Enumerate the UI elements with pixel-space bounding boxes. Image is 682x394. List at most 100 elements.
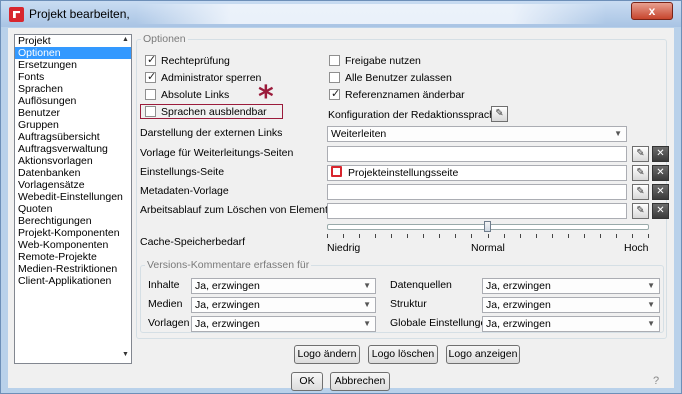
checkbox-box[interactable]: [145, 89, 156, 100]
konfiguration-edit-button[interactable]: ✎: [491, 106, 508, 122]
close-button[interactable]: x: [631, 2, 673, 20]
arbeitsablauf-clear-button[interactable]: ✕: [652, 203, 669, 219]
abbrechen-button[interactable]: Abbrechen: [330, 372, 390, 391]
window-title: Projekt bearbeiten,: [29, 7, 130, 21]
slider-tick: [504, 234, 505, 238]
scroll-up-arrow-icon[interactable]: ▲: [121, 36, 130, 46]
select-value: Ja, erzwingen: [195, 318, 260, 330]
sidebar-item[interactable]: Webedit-Einstellungen: [15, 191, 131, 203]
darstellung-select[interactable]: Weiterleiten ▼: [327, 126, 627, 142]
checkbox-box[interactable]: [145, 53, 156, 66]
checkbox-absolute-links[interactable]: Absolute Links: [145, 89, 229, 101]
title-bar: Projekt bearbeiten, x: [1, 1, 681, 27]
slider-tick: [520, 234, 521, 238]
close-icon: ✕: [656, 148, 665, 159]
dropdown-arrow-icon: ▼: [363, 281, 371, 290]
sidebar-item[interactable]: Optionen: [15, 47, 131, 59]
logo-anzeigen-button[interactable]: Logo anzeigen: [446, 345, 520, 364]
metadaten-edit-button[interactable]: ✎: [632, 184, 649, 200]
sidebar-item[interactable]: Datenbanken: [15, 167, 131, 179]
versions-datenquellen-select[interactable]: Ja, erzwingen ▼: [482, 278, 660, 294]
sidebar-item[interactable]: Fonts: [15, 71, 131, 83]
vorlage-weiterleitung-label: Vorlage für Weiterleitungs-Seiten: [140, 147, 294, 159]
arbeitsablauf-field[interactable]: [327, 203, 627, 219]
logo-loeschen-button[interactable]: Logo löschen: [368, 345, 438, 364]
slider-tick: [423, 234, 424, 238]
logo-aendern-button[interactable]: Logo ändern: [294, 345, 360, 364]
sidebar-item[interactable]: Web-Komponenten: [15, 239, 131, 251]
checkbox-box[interactable]: [329, 55, 340, 66]
metadaten-clear-button[interactable]: ✕: [652, 184, 669, 200]
metadaten-vorlage-field[interactable]: [327, 184, 627, 200]
checkbox-sprachen-ausblendbar[interactable]: Sprachen ausblendbar: [145, 106, 267, 118]
einstellungs-seite-label: Einstellungs-Seite: [140, 166, 225, 178]
vorlage-weiterleitung-field[interactable]: [327, 146, 627, 162]
sidebar-item[interactable]: Projekt: [15, 35, 131, 47]
checkbox-box[interactable]: [145, 70, 156, 83]
select-value: Ja, erzwingen: [486, 299, 551, 311]
checkbox-box[interactable]: [145, 106, 156, 117]
sidebar-item[interactable]: Quoten: [15, 203, 131, 215]
cache-high-label: Hoch: [624, 242, 649, 254]
dropdown-arrow-icon: ▼: [647, 300, 655, 309]
sidebar-item[interactable]: Benutzer: [15, 107, 131, 119]
slider-tick: [471, 234, 472, 238]
sidebar-list[interactable]: Projekt Optionen Ersetzungen Fonts Sprachen A…: [14, 34, 132, 364]
checkbox-label: Freigabe nutzen: [345, 55, 421, 67]
help-icon[interactable]: ?: [653, 375, 659, 387]
slider-tick: [616, 234, 617, 238]
sidebar-item[interactable]: Gruppen: [15, 119, 131, 131]
checkbox-box[interactable]: [329, 87, 340, 100]
versions-medien-select[interactable]: Ja, erzwingen ▼: [191, 297, 376, 313]
slider-tick: [375, 234, 376, 238]
scroll-down-arrow-icon[interactable]: ▼: [121, 351, 130, 361]
title-bar-blurred-area: [136, 4, 606, 24]
vorlage-edit-button[interactable]: ✎: [632, 146, 649, 162]
sidebar-item[interactable]: Medien-Restriktionen: [15, 263, 131, 275]
cache-mid-label: Normal: [471, 242, 505, 254]
sidebar-item[interactable]: Client-Applikationen: [15, 275, 131, 287]
versions-inhalte-select[interactable]: Ja, erzwingen ▼: [191, 278, 376, 294]
sidebar-item[interactable]: Projekt-Komponenten: [15, 227, 131, 239]
sidebar-item[interactable]: Berechtigungen: [15, 215, 131, 227]
checkbox-alle-benutzer-zulassen[interactable]: Alle Benutzer zulassen: [329, 72, 452, 84]
einstellungs-clear-button[interactable]: ✕: [652, 165, 669, 181]
versions-struktur-select[interactable]: Ja, erzwingen ▼: [482, 297, 660, 313]
sidebar-item[interactable]: Vorlagensätze: [15, 179, 131, 191]
einstellungs-seite-field[interactable]: Projekteinstellungsseite: [327, 165, 627, 181]
app-logo-icon: [9, 7, 24, 22]
checkbox-rechtepruefung[interactable]: Rechteprüfung: [145, 53, 230, 67]
darstellung-value: Weiterleiten: [331, 128, 387, 140]
sidebar-item[interactable]: Auflösungen: [15, 95, 131, 107]
slider-tick: [568, 234, 569, 238]
cache-low-label: Niedrig: [327, 242, 361, 254]
checkbox-box[interactable]: [329, 72, 340, 83]
dropdown-arrow-icon: ▼: [363, 300, 371, 309]
checkbox-freigabe-nutzen[interactable]: Freigabe nutzen: [329, 55, 421, 67]
versions-group-label: Versions-Kommentare erfassen für: [145, 259, 312, 271]
checkbox-referenznamen-aenderbar[interactable]: Referenznamen änderbar: [329, 87, 465, 101]
close-icon: ✕: [656, 186, 665, 197]
sidebar-item[interactable]: Auftragsübersicht: [15, 131, 131, 143]
checkbox-administrator-sperren[interactable]: Administrator sperren: [145, 70, 261, 84]
vorlage-clear-button[interactable]: ✕: [652, 146, 669, 162]
dialog-window: Projekt bearbeiten, x Projekt Optionen Ers…: [0, 0, 682, 394]
arbeitsablauf-edit-button[interactable]: ✎: [632, 203, 649, 219]
slider-thumb[interactable]: [484, 221, 491, 232]
sidebar-item[interactable]: Ersetzungen: [15, 59, 131, 71]
ok-button[interactable]: OK: [291, 372, 323, 391]
sidebar-item[interactable]: Remote-Projekte: [15, 251, 131, 263]
cache-speicherbedarf-label: Cache-Speicherbedarf: [140, 236, 246, 248]
darstellung-label: Darstellung der externen Links: [140, 127, 283, 139]
versions-globale-einstellungen-select[interactable]: Ja, erzwingen ▼: [482, 316, 660, 332]
checkbox-label: Rechteprüfung: [161, 55, 230, 67]
sidebar-item[interactable]: Auftragsverwaltung: [15, 143, 131, 155]
einstellungs-edit-button[interactable]: ✎: [632, 165, 649, 181]
options-group-label: Optionen: [141, 33, 188, 45]
sidebar-item[interactable]: Aktionsvorlagen: [15, 155, 131, 167]
checkbox-label: Alle Benutzer zulassen: [345, 72, 452, 84]
versions-vorlagen-select[interactable]: Ja, erzwingen ▼: [191, 316, 376, 332]
checkbox-label: Referenznamen änderbar: [345, 89, 465, 101]
einstellungs-seite-value: Projekteinstellungsseite: [348, 167, 459, 179]
sidebar-item[interactable]: Sprachen: [15, 83, 131, 95]
